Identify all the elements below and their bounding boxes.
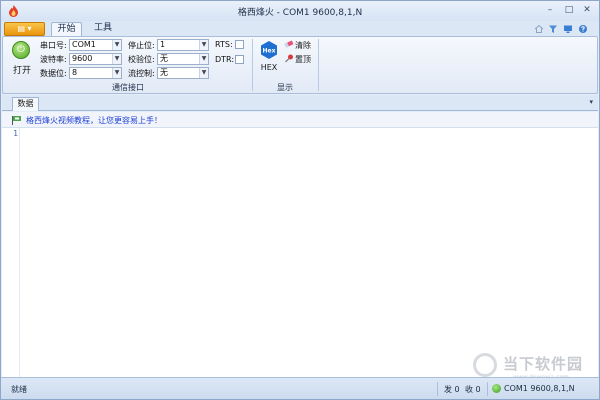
flow-select[interactable]: 无 ▼ — [157, 67, 209, 79]
line-number: 1 — [13, 129, 18, 138]
data-editor[interactable]: 1 — [2, 128, 598, 377]
watermark-logo-icon — [473, 353, 497, 377]
help-icon[interactable] — [578, 24, 588, 34]
ribbon: ⏻ 打开 串口号: COM1 ▼ 波特率: 9600 ▼ 数据位: 8 ▼ 停止… — [2, 36, 598, 94]
chevron-down-icon: ▼ — [112, 54, 121, 64]
watermark-text: 当下软件园 — [503, 355, 584, 373]
hex-icon-text: Hex — [263, 48, 276, 55]
status-bar: 就绪 发 0 收 0 COM1 9600,8,1,N — [1, 377, 599, 399]
open-port-label: 打开 — [12, 66, 31, 76]
chevron-down-icon: ▼ — [199, 54, 208, 64]
title-bar: 格西烽火 - COM1 9600,8,1,N – □ ✕ — [1, 1, 599, 21]
pin-icon — [285, 54, 293, 63]
rts-checkbox[interactable] — [235, 40, 244, 49]
flow-value: 无 — [160, 68, 168, 77]
parity-select[interactable]: 无 ▼ — [157, 53, 209, 65]
status-received: 收 0 — [465, 385, 481, 394]
group-divider — [318, 39, 319, 91]
connection-status-icon — [492, 384, 501, 393]
stopbits-label: 停止位: — [128, 41, 155, 50]
app-window: 格西烽火 - COM1 9600,8,1,N – □ ✕ ▤ ▾ 开始 工具 ⏻… — [0, 0, 600, 400]
tab-data[interactable]: 数据 — [12, 97, 39, 111]
panel-dropdown-icon[interactable]: ▾ — [589, 98, 593, 106]
minimize-button[interactable]: – — [542, 4, 558, 17]
tutorial-link[interactable]: 格西烽火视频教程，让您更容易上手！ — [26, 115, 162, 126]
status-divider — [437, 382, 438, 396]
tab-start[interactable]: 开始 — [51, 22, 82, 36]
databits-label: 数据位: — [40, 69, 67, 78]
notice-bar[interactable]: 格西烽火视频教程，让您更容易上手！ — [2, 112, 598, 128]
flow-label: 流控制: — [128, 69, 155, 78]
hex-icon: Hex — [261, 41, 277, 59]
display-group-label: 显示 — [277, 83, 293, 92]
dtr-checkbox[interactable] — [235, 55, 244, 64]
line-gutter: 1 — [2, 128, 20, 377]
status-divider — [487, 382, 488, 396]
baud-label: 波特率: — [40, 55, 67, 64]
maximize-button[interactable]: □ — [561, 4, 577, 17]
chevron-down-icon: ▼ — [112, 68, 121, 78]
stopbits-select[interactable]: 1 ▼ — [157, 39, 209, 51]
dtr-label: DTR: — [215, 55, 235, 64]
hex-label: HEX — [260, 63, 278, 72]
filter-icon[interactable] — [548, 24, 558, 34]
close-button[interactable]: ✕ — [579, 4, 595, 17]
status-sent: 发 0 — [444, 385, 460, 394]
baud-select[interactable]: 9600 ▼ — [69, 53, 122, 65]
tab-tools[interactable]: 工具 — [88, 22, 118, 36]
clear-button[interactable]: 清除 — [284, 40, 311, 51]
top-label: 置顶 — [295, 55, 311, 64]
port-select[interactable]: COM1 ▼ — [69, 39, 122, 51]
clear-label: 清除 — [295, 41, 311, 50]
chevron-down-icon: ▼ — [199, 40, 208, 50]
parity-label: 校验位: — [128, 55, 155, 64]
window-title: 格西烽火 - COM1 9600,8,1,N — [237, 8, 363, 18]
open-port-button[interactable]: ⏻ 打开 — [9, 41, 35, 81]
comm-group-label: 通信接口 — [112, 83, 144, 92]
monitor-icon[interactable] — [563, 24, 573, 34]
chevron-down-icon: ▼ — [199, 68, 208, 78]
eraser-icon — [284, 40, 294, 48]
pin-top-button[interactable]: 置顶 — [284, 54, 311, 65]
parity-value: 无 — [160, 54, 168, 63]
stopbits-value: 1 — [160, 40, 166, 49]
panel-tab-strip: 数据 ▾ — [2, 95, 598, 111]
home-icon[interactable] — [534, 24, 544, 34]
status-ready: 就绪 — [11, 385, 27, 394]
port-label: 串口号: — [40, 41, 67, 50]
chevron-down-icon: ▼ — [112, 40, 121, 50]
databits-value: 8 — [72, 68, 78, 77]
app-menu-button[interactable]: ▤ ▾ — [4, 22, 45, 36]
port-value: COM1 — [72, 40, 96, 49]
video-flag-icon — [12, 116, 21, 125]
power-icon: ⏻ — [12, 41, 30, 59]
status-port-info: COM1 9600,8,1,N — [504, 384, 575, 393]
hex-toggle-button[interactable]: Hex HEX — [259, 41, 279, 77]
baud-value: 9600 — [72, 54, 93, 63]
rts-label: RTS: — [215, 40, 233, 49]
databits-select[interactable]: 8 ▼ — [69, 67, 122, 79]
ribbon-tab-strip: ▤ ▾ 开始 工具 — [1, 21, 599, 36]
